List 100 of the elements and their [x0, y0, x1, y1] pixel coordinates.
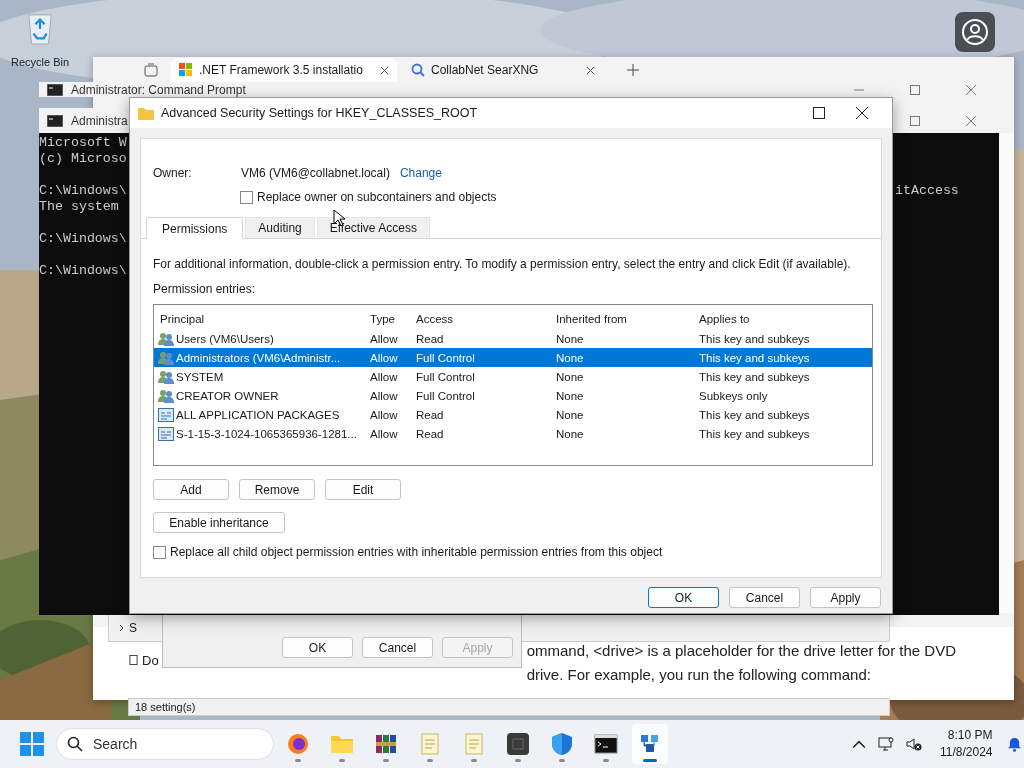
tab[interactable]: Auditing [245, 217, 315, 238]
users-icon [158, 388, 174, 403]
table-cell-text: Full Control [415, 370, 476, 383]
tab-actions-icon[interactable] [143, 61, 159, 78]
table-cell-text: SYSTEM [175, 370, 224, 383]
chevron-up-icon[interactable] [852, 739, 866, 749]
table-row[interactable]: SYSTEM Allow Full Control None This key and subkeys [154, 367, 872, 386]
close-icon[interactable] [856, 107, 868, 119]
table-row[interactable]: S-1-15-3-1024-1065365936-1281... Allow Read None This key and subkeys [154, 424, 872, 443]
table-row[interactable]: Administrators (VM6\Administr... Allow Full Control None This key and subkeys [154, 348, 872, 367]
chevron-right-icon[interactable] [119, 624, 125, 632]
console-line: C:\Windows\ [39, 183, 127, 199]
firefox-icon [286, 732, 310, 756]
close-icon[interactable] [380, 65, 389, 75]
new-tab-icon[interactable] [627, 63, 639, 76]
console-line: C:\Windows\ [39, 263, 127, 279]
checkbox-label[interactable]: Replace owner on subcontainers and objects [257, 190, 497, 204]
column-header[interactable]: Applies to [693, 312, 872, 325]
checkbox[interactable] [240, 190, 253, 204]
table-cell-text: This key and subkeys [698, 427, 811, 440]
browser-tab[interactable]: CollabNet SearXNG [403, 58, 603, 82]
table-row[interactable]: ALL APPLICATION PACKAGES Allow Read None This key and subkeys [154, 405, 872, 424]
column-header[interactable]: Inherited from [550, 312, 693, 325]
icon-label[interactable]: Recycle Bin [10, 56, 70, 68]
clock-date[interactable]: 11/8/2024 [940, 744, 993, 761]
table-row[interactable]: CREATOR OWNER Allow Full Control None Subkeys only [154, 386, 872, 405]
table-row[interactable]: Users (VM6\Users) Allow Read None This key and subkeys [154, 329, 872, 348]
table-cell-text: Allow [369, 427, 399, 440]
table-cell-text: This key and subkeys [698, 332, 811, 345]
console-line: Microsoft W [39, 135, 127, 151]
entry-button[interactable]: Remove [239, 479, 315, 500]
table-cell-text: Allow [369, 351, 399, 364]
table-cell-text: Allow [369, 332, 399, 345]
checkbox-label[interactable]: Replace all child object permission entries with inheritable permission entries from this object [170, 545, 663, 559]
table-cell-text: Allow [369, 389, 399, 402]
dialog-button[interactable]: Cancel [362, 637, 433, 658]
shield-icon [550, 732, 574, 756]
taskbar-app[interactable] [632, 724, 668, 764]
table-cell-text: Allow [369, 408, 399, 421]
browser-tab[interactable]: .NET Framework 3.5 installatio [171, 58, 397, 82]
package-icon [158, 407, 174, 422]
window-title: Advanced Security Settings for HKEY_CLASSES_ROOT [161, 106, 478, 120]
column-header[interactable]: Type [364, 312, 410, 325]
table-cell-text: Users (VM6\Users) [175, 332, 274, 345]
dialog-button[interactable]: OK [282, 637, 353, 658]
article-text: ommand, <drive> is a placeholder for the drive letter for the DVD [526, 641, 956, 661]
table-cell-text: CREATOR OWNER [175, 389, 279, 402]
status-text: 18 setting(s) [135, 701, 196, 713]
console-line: itAccess [895, 183, 959, 198]
change-link[interactable]: Change [399, 166, 442, 180]
enable-inheritance-button[interactable]: Enable inheritance [153, 512, 285, 533]
console-line: C:\Windows\ [39, 231, 127, 247]
table-cell-text: Full Control [415, 351, 476, 364]
entry-button[interactable]: Edit [325, 479, 401, 500]
dialog-button[interactable]: Apply [810, 587, 881, 608]
package-icon [158, 426, 174, 441]
table-cell-text: None [555, 370, 585, 383]
users-icon [158, 331, 174, 346]
tab[interactable]: Permissions [146, 217, 244, 239]
dialog-button[interactable]: OK [648, 587, 719, 608]
console-line: (c) Microso [39, 151, 127, 167]
table-cell-text: This key and subkeys [698, 370, 811, 383]
tab[interactable]: Effective Access [316, 217, 430, 238]
console-line: The system [39, 199, 119, 215]
tree-item[interactable]: S [129, 621, 137, 635]
dialog-button[interactable]: Cancel [729, 587, 800, 608]
scrollbar[interactable] [999, 133, 1014, 613]
notepad-icon [418, 732, 442, 756]
clock-time[interactable]: 8:10 PM [947, 727, 993, 744]
folder-icon [138, 106, 154, 120]
window-title: Administra [71, 113, 128, 128]
table-cell-text: ALL APPLICATION PACKAGES [175, 408, 340, 421]
section-label: Permission entries: [153, 282, 257, 296]
table-cell-text: This key and subkeys [698, 408, 811, 421]
column-header[interactable]: Principal [154, 312, 364, 325]
windows-logo-icon [179, 63, 193, 77]
table-cell-text: This key and subkeys [698, 351, 811, 364]
table-cell-text: Read [415, 427, 445, 440]
close-icon[interactable] [586, 65, 595, 75]
monitor-icon[interactable] [878, 736, 894, 752]
table-cell-text: None [555, 351, 585, 364]
table-cell-text: None [555, 332, 585, 345]
table-cell-text: Allow [369, 370, 399, 383]
owner-label: Owner: [153, 166, 193, 180]
notification-bell-icon[interactable] [1006, 736, 1022, 752]
terminal-icon [594, 732, 618, 756]
entry-button[interactable]: Add [153, 479, 229, 500]
checkbox[interactable] [153, 545, 166, 559]
table-cell-text: Read [415, 332, 445, 345]
maximize-icon[interactable] [813, 107, 825, 119]
books-icon [374, 732, 398, 756]
muted-speaker-icon[interactable] [906, 736, 922, 752]
info-text: For additional information, double-click a permission entry. To modify a permission entry, select the entry and click Edit (if available). [153, 257, 852, 271]
column-header[interactable]: Access [410, 312, 550, 325]
account-icon[interactable] [955, 12, 995, 52]
users-icon [158, 350, 174, 365]
start-icon[interactable] [20, 732, 44, 756]
sidebar-item[interactable]: Do [142, 652, 159, 668]
search-field[interactable]: Search [56, 728, 274, 760]
table-cell-text: Subkeys only [698, 389, 769, 402]
